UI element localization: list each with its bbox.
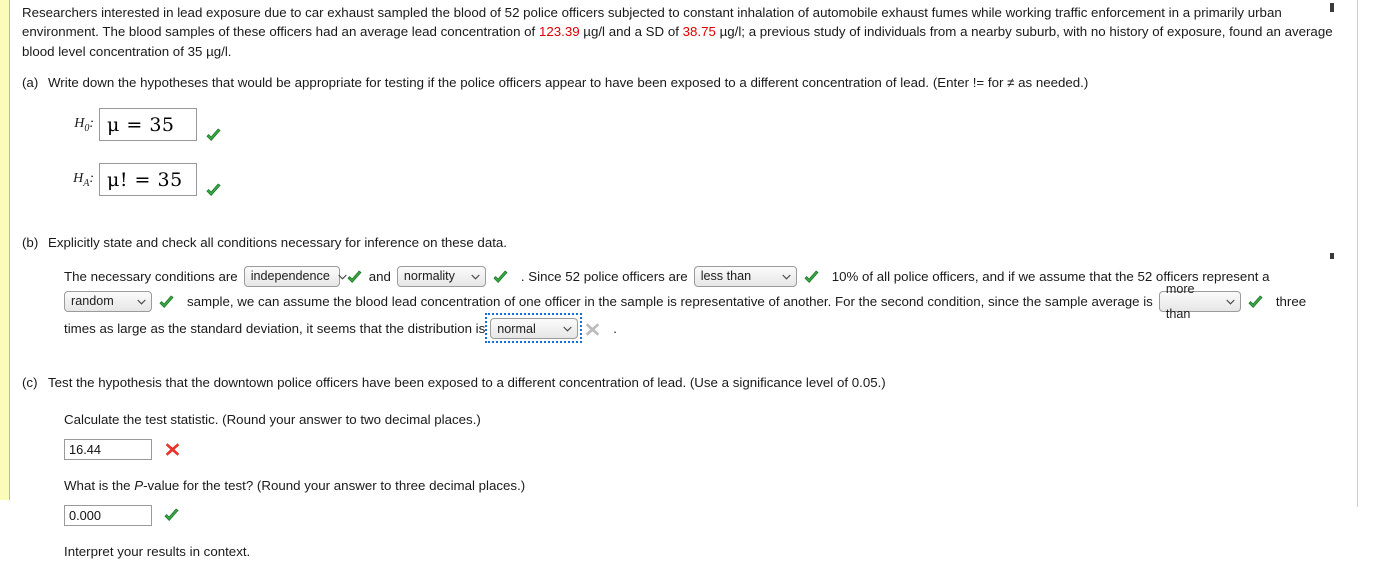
part-c-header: (c) Test the hypothesis that the downtow… (22, 373, 1342, 392)
chevron-down-icon (471, 274, 480, 280)
chevron-down-icon (137, 299, 146, 305)
condition-6-select-focus-ring: normal (485, 313, 583, 344)
test-statistic-input[interactable]: 16.44 (64, 439, 152, 461)
conditions-text-7: . (613, 321, 617, 337)
green-check-icon (163, 507, 180, 524)
conditions-text-5: sample, we can assume the blood lead con… (187, 294, 1153, 310)
test-statistic-answer-row: 16.44 (64, 439, 1342, 461)
sd-value: 38.75 (682, 24, 716, 40)
part-c: (c) Test the hypothesis that the downtow… (22, 373, 1342, 561)
part-b-prompt: Explicitly state and check all condition… (48, 235, 507, 251)
null-hypothesis-label: H0: (64, 116, 99, 134)
test-statistic-value: 16.44 (69, 442, 102, 458)
part-a: (a) Write down the hypotheses that would… (22, 73, 1342, 199)
chevron-down-icon (563, 326, 572, 332)
test-statistic-question: Calculate the test statistic. (Round you… (64, 411, 481, 427)
chevron-down-icon (1226, 299, 1235, 305)
part-a-prompt: Write down the hypotheses that would be … (48, 74, 1089, 90)
p-value-question-symbol: P (134, 478, 144, 494)
null-hypothesis-value: μ = 35 (107, 113, 175, 136)
conditions-text-1: The necessary conditions are (64, 269, 238, 285)
null-hypothesis-input[interactable]: μ = 35 (99, 108, 197, 142)
alternative-hypothesis-value: μ! = 35 (107, 168, 183, 191)
p-value-answer-row: 0.000 (64, 505, 1342, 527)
green-check-icon (346, 269, 363, 286)
right-vertical-rule (1357, 0, 1358, 507)
green-check-icon (803, 269, 820, 286)
chevron-down-icon (338, 274, 347, 280)
p-value-input[interactable]: 0.000 (64, 505, 152, 527)
part-a-header: (a) Write down the hypotheses that would… (22, 73, 1342, 92)
condition-5-value: more than (1165, 281, 1195, 321)
alternative-hypothesis-label-text: H (73, 170, 84, 186)
green-check-icon (1247, 294, 1264, 311)
part-b-header: (b) Explicitly state and check all condi… (22, 233, 1342, 252)
null-hypothesis-label-text: H (74, 115, 85, 131)
question-content: Researchers interested in lead exposure … (22, 0, 1342, 562)
condition-5-select[interactable]: more than (1158, 282, 1241, 321)
red-cross-icon (164, 441, 181, 458)
conditions-text-3: . Since 52 police officers are (520, 269, 688, 285)
green-check-icon (205, 182, 222, 199)
green-check-icon (158, 294, 175, 311)
condition-2-select[interactable]: normality (396, 266, 486, 288)
interpret-results-question: Interpret your results in context. (64, 544, 251, 560)
mean-value: 123.39 (538, 24, 580, 40)
condition-2-value: normality (403, 269, 455, 284)
p-value-question-pre: What is the (64, 478, 135, 494)
part-b-letter: (b) (22, 235, 39, 251)
null-hypothesis-row: H0: μ = 35 (64, 105, 1342, 144)
p-value-question-post: -value for the test? (Round your answer … (143, 478, 526, 494)
p-value-value: 0.000 (69, 508, 102, 524)
alternative-hypothesis-input[interactable]: μ! = 35 (99, 163, 197, 197)
alternative-hypothesis-label-colon: : (89, 170, 94, 186)
condition-1-value: independence (250, 269, 330, 284)
p-value-question: What is the P-value for the test? (Round… (64, 476, 1342, 495)
left-yellow-margin-strip (0, 0, 10, 500)
alternative-hypothesis-row: HA: μ! = 35 (64, 160, 1342, 199)
condition-3-select[interactable]: less than (693, 266, 797, 288)
green-check-icon (492, 269, 509, 286)
problem-statement: Researchers interested in lead exposure … (22, 0, 1334, 61)
part-c-letter: (c) (22, 375, 38, 391)
condition-4-value: random (71, 294, 114, 309)
part-c-prompt: Test the hypothesis that the downtown po… (48, 375, 886, 391)
green-check-icon (205, 127, 222, 144)
question-page: Researchers interested in lead exposure … (0, 0, 1374, 559)
alternative-hypothesis-label: HA: (64, 171, 99, 189)
part-b-conditions-paragraph: The necessary conditions are independence… (22, 264, 1339, 344)
condition-4-select[interactable]: random (64, 291, 152, 313)
condition-1-select[interactable]: independence (243, 266, 347, 288)
conditions-text-2: and (368, 269, 391, 285)
problem-text-part-2: µg/l and a SD of (579, 24, 683, 40)
part-b: (b) Explicitly state and check all condi… (22, 233, 1342, 344)
null-hypothesis-label-colon: : (89, 115, 94, 131)
condition-3-value: less than (700, 269, 752, 284)
grey-cross-icon (584, 321, 601, 338)
chevron-down-icon (781, 274, 791, 280)
condition-6-select[interactable]: normal (490, 318, 579, 340)
part-a-letter: (a) (22, 74, 39, 90)
